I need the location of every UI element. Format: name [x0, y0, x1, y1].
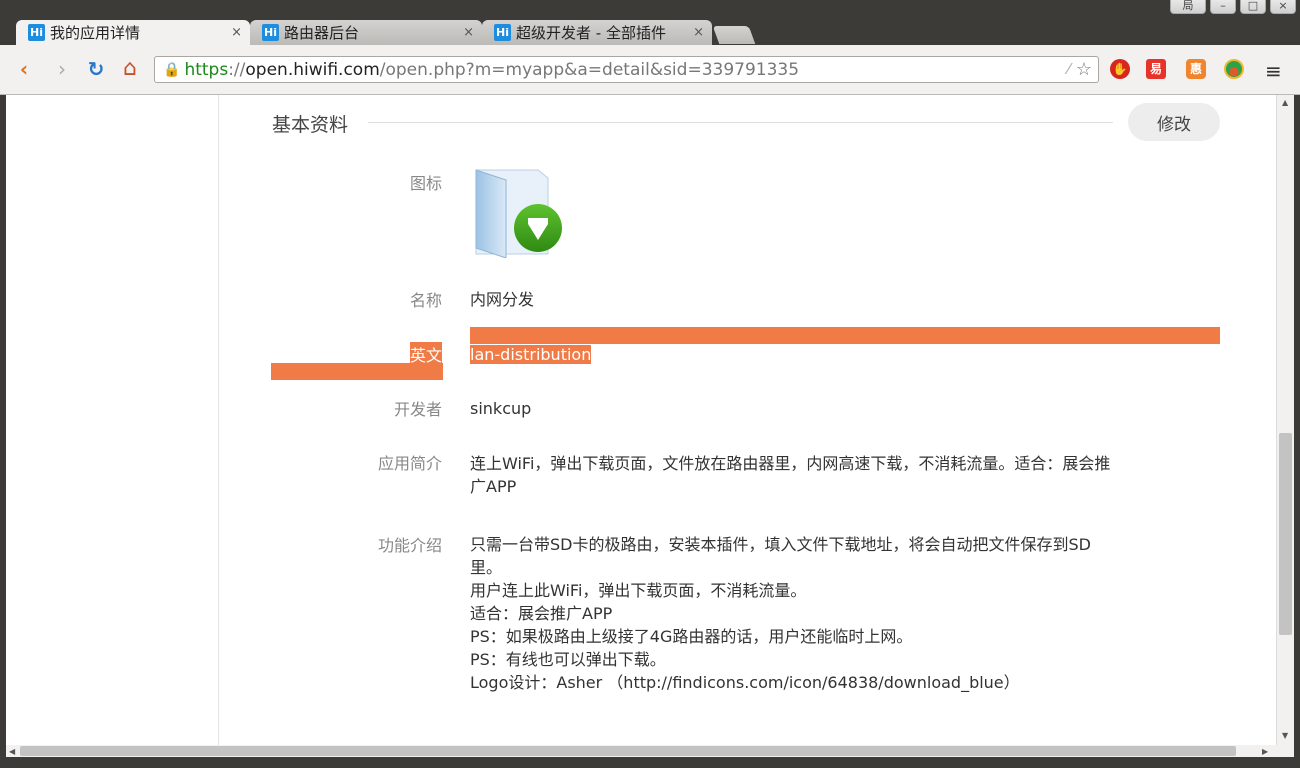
url-path: /open.php?m=myapp&a=detail&sid=339791335 [379, 59, 800, 80]
feature-line: 里。 [470, 558, 503, 577]
extension-orange-icon[interactable]: 惠 [1186, 59, 1206, 79]
features-label: 功能介绍 [377, 536, 442, 555]
vertical-scrollbar[interactable]: ▲ ▼ [1276, 95, 1294, 745]
address-bar[interactable]: 🔒 https://open.hiwifi.com/open.php?m=mya… [154, 56, 1099, 83]
tab-super-developer[interactable]: Hi 超级开发者 - 全部插件 × [482, 20, 712, 45]
window-controls: 局 – □ × [1170, 0, 1296, 14]
horizontal-scrollbar[interactable]: ◀ ▶ [6, 745, 1276, 757]
page-viewport: 基本资料 修改 图标 名称 内网分发 英文 lan-distribution 开… [6, 95, 1276, 745]
feature-line: 用户连上此WiFi，弹出下载页面，不消耗流量。 [470, 581, 807, 600]
forward-icon[interactable]: › [50, 56, 74, 82]
window-titlebar: 局 – □ × [0, 0, 1300, 14]
tab-my-app-detail[interactable]: Hi 我的应用详情 × [16, 20, 250, 45]
scroll-down-arrow-icon[interactable]: ▼ [1282, 731, 1288, 740]
feature-line: PS：如果极路由上级接了4G路由器的话，用户还能临时上网。 [470, 627, 913, 646]
feature-line: 适合：展会推广APP [470, 604, 613, 623]
vertical-scroll-thumb[interactable] [1279, 433, 1292, 635]
adblock-icon[interactable]: ✋ [1110, 59, 1130, 79]
lock-icon: 🔒 [163, 61, 181, 78]
section-divider [368, 122, 1113, 123]
url-scheme: https [184, 59, 229, 80]
new-tab-button[interactable] [712, 26, 756, 44]
tab-bar: Hi 我的应用详情 × Hi 路由器后台 × Hi 超级开发者 - 全部插件 × [0, 14, 1300, 45]
window-maximize-button[interactable]: □ [1240, 0, 1266, 14]
intro-line: 连上WiFi，弹出下载页面，文件放在路由器里，内网高速下载，不消耗流量。适合：展… [470, 454, 1111, 473]
feature-line: Logo设计：Asher （http://findicons.com/icon/… [470, 673, 1020, 692]
sidebar-divider [218, 95, 219, 745]
tab-close-icon[interactable]: × [231, 25, 242, 40]
extension-red-icon[interactable]: 易 [1146, 59, 1166, 79]
url-separator: :// [228, 59, 246, 80]
bookmark-star-icon[interactable]: ☆ [1076, 59, 1092, 80]
edit-button[interactable]: 修改 [1128, 103, 1220, 141]
english-name-value: lan-distribution [470, 343, 592, 366]
feature-line: PS：有线也可以弹出下载。 [470, 650, 666, 669]
intro-line: 广APP [470, 477, 517, 496]
name-label: 名称 [409, 291, 442, 310]
section-title: 基本资料 [272, 114, 349, 136]
scrollbar-corner [1276, 745, 1294, 757]
developer-label: 开发者 [393, 400, 442, 419]
home-icon[interactable]: ⌂ [118, 56, 142, 82]
text-selection-highlight [470, 327, 1220, 344]
back-icon[interactable]: ‹ [12, 56, 36, 82]
window-minimize-button[interactable]: – [1210, 0, 1236, 14]
window-close-button[interactable]: × [1270, 0, 1296, 14]
intro-label: 应用简介 [377, 454, 442, 473]
icon-label: 图标 [409, 174, 442, 193]
extension-eye-icon[interactable]: ● [1224, 59, 1244, 79]
download-blue-icon [472, 166, 562, 259]
browser-toolbar: ‹ › ↻ ⌂ 🔒 https://open.hiwifi.com/open.p… [0, 45, 1300, 95]
url-host: open.hiwifi.com [245, 59, 380, 80]
scroll-left-arrow-icon[interactable]: ◀ [9, 747, 15, 756]
hiwifi-favicon-icon: Hi [28, 24, 45, 41]
hiwifi-favicon-icon: Hi [494, 24, 511, 41]
horizontal-scroll-thumb[interactable] [20, 746, 1236, 756]
tab-close-icon[interactable]: × [693, 25, 704, 40]
tab-title: 路由器后台 [284, 24, 360, 42]
scroll-right-arrow-icon[interactable]: ▶ [1262, 747, 1268, 756]
reload-icon[interactable]: ↻ [84, 56, 108, 82]
intro-value: 连上WiFi，弹出下载页面，文件放在路由器里，内网高速下载，不消耗流量。适合：展… [470, 452, 1230, 498]
features-value: 只需一台带SD卡的极路由，安装本插件，填入文件下载地址，将会自动把文件保存到SD… [470, 533, 1230, 694]
english-name-label: 英文 [409, 342, 442, 366]
english-name-text: lan-distribution [470, 345, 592, 364]
tab-title: 超级开发者 - 全部插件 [516, 24, 666, 42]
feature-line: 只需一台带SD卡的极路由，安装本插件，填入文件下载地址，将会自动把文件保存到SD [470, 535, 1091, 554]
tab-router-admin[interactable]: Hi 路由器后台 × [250, 20, 482, 45]
hiwifi-favicon-icon: Hi [262, 24, 279, 41]
page-action-icon[interactable]: ⁄ [1067, 60, 1070, 78]
name-value: 内网分发 [470, 290, 535, 309]
scroll-up-arrow-icon[interactable]: ▲ [1282, 98, 1288, 107]
window-restore-button[interactable]: 局 [1170, 0, 1206, 14]
tab-title: 我的应用详情 [50, 24, 141, 42]
browser-menu-icon[interactable]: ≡ [1265, 59, 1282, 83]
developer-value: sinkcup [470, 399, 532, 418]
tab-close-icon[interactable]: × [463, 25, 474, 40]
